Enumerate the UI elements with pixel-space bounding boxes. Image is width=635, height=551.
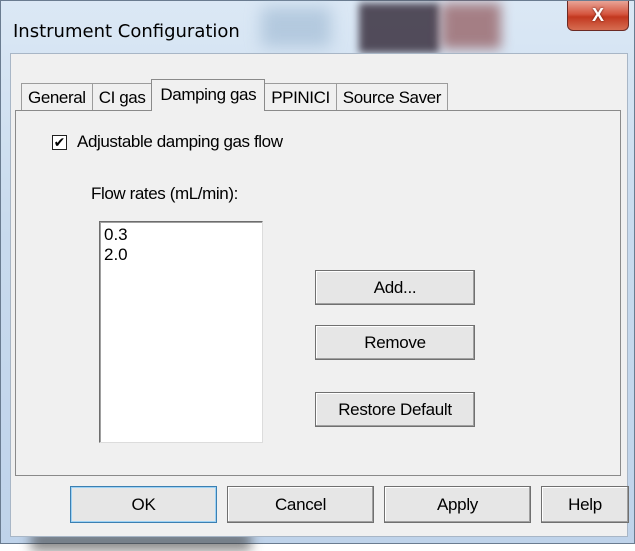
dialog-window: Instrument Configuration X General CI ga…: [0, 0, 635, 551]
adjustable-flow-option[interactable]: ✔ Adjustable damping gas flow: [52, 132, 283, 152]
background-blur: [359, 3, 439, 53]
background-blur: [441, 3, 501, 49]
remove-button[interactable]: Remove: [315, 325, 475, 360]
tab-general[interactable]: General: [21, 83, 93, 111]
tab-ppinici[interactable]: PPINICI: [264, 83, 337, 111]
apply-button[interactable]: Apply: [384, 486, 531, 523]
tab-ci-gas[interactable]: CI gas: [91, 83, 153, 111]
close-icon: X: [591, 5, 604, 25]
dialog-client-area: General CI gas Damping gas PPINICI Sourc…: [10, 53, 629, 537]
add-button[interactable]: Add...: [315, 270, 475, 305]
tab-strip: General CI gas Damping gas PPINICI Sourc…: [21, 79, 448, 111]
flow-rates-listbox[interactable]: 0.3 2.0: [99, 221, 263, 443]
flow-rates-label: Flow rates (mL/min):: [91, 184, 238, 203]
checkmark-icon: ✔: [53, 134, 66, 150]
close-button[interactable]: X: [567, 1, 629, 31]
restore-default-button[interactable]: Restore Default: [315, 392, 475, 427]
tab-source-saver[interactable]: Source Saver: [335, 83, 448, 111]
adjustable-flow-checkbox[interactable]: ✔: [52, 134, 67, 150]
list-item[interactable]: 2.0: [104, 245, 258, 265]
tab-damping-gas[interactable]: Damping gas: [151, 79, 266, 111]
adjustable-flow-label[interactable]: Adjustable damping gas flow: [77, 132, 283, 152]
background-blur: [261, 7, 331, 47]
list-item[interactable]: 0.3: [104, 225, 258, 245]
help-button[interactable]: Help: [541, 486, 629, 523]
window-title: Instrument Configuration: [13, 21, 240, 42]
cancel-button[interactable]: Cancel: [227, 486, 374, 523]
ok-button[interactable]: OK: [70, 486, 217, 523]
